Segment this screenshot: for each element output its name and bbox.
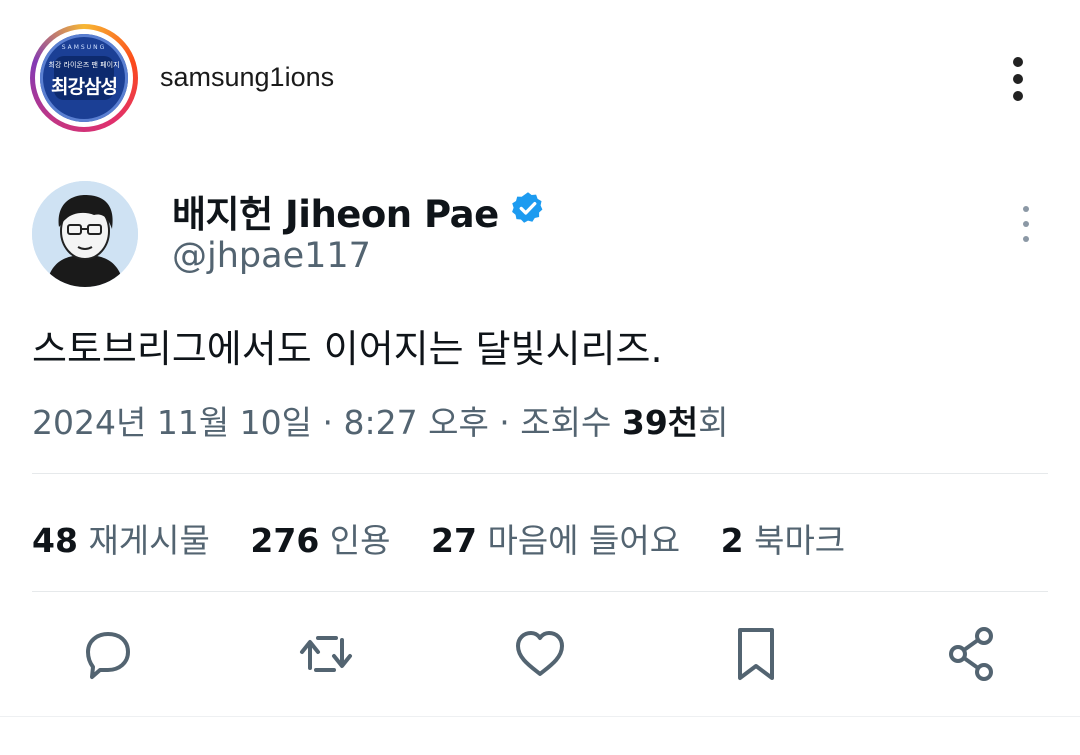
retweet-icon[interactable] xyxy=(298,622,354,686)
view-suffix: 회 xyxy=(698,403,729,442)
stat-count: 276 xyxy=(250,521,320,560)
tweet-timestamp[interactable]: 2024년 11월 10일 · 8:27 오후 · 조회수 xyxy=(32,403,622,442)
divider-bottom xyxy=(32,591,1048,592)
tweet-author-avatar[interactable] xyxy=(32,181,138,287)
stat-likes[interactable]: 27 마음에 들어요 xyxy=(431,521,680,560)
logo-line2: 최강삼성 xyxy=(51,76,118,98)
stat-reposts[interactable]: 48 재게시물 xyxy=(32,521,210,560)
post-header: SAMSUNG 최강 라이온즈 팬 페이지 최강삼성 samsung1ions xyxy=(0,0,1080,155)
stat-count: 27 xyxy=(431,521,477,560)
verified-badge-icon xyxy=(512,192,543,223)
tweet-text: 스토브리그에서도 이어지는 달빛시리즈. xyxy=(32,327,663,371)
username[interactable]: samsung1ions xyxy=(160,62,334,93)
stat-count: 48 xyxy=(32,521,78,560)
share-icon[interactable] xyxy=(944,622,1000,686)
stat-label: 북마크 xyxy=(754,521,846,560)
tweet-author-name[interactable]: 배지헌 Jiheon Pae xyxy=(172,184,499,238)
cartoon-face-icon xyxy=(32,181,138,287)
logo-top-text: SAMSUNG xyxy=(61,44,107,51)
bottom-divider xyxy=(0,716,1080,717)
reply-icon[interactable] xyxy=(80,622,136,686)
bookmark-icon[interactable] xyxy=(728,622,784,686)
stat-label: 마음에 들어요 xyxy=(487,521,681,560)
samsung-lions-fanpage-logo: SAMSUNG 최강 라이온즈 팬 페이지 최강삼성 xyxy=(40,34,128,122)
divider-top xyxy=(32,473,1048,474)
tweet-meta: 2024년 11월 10일 · 8:27 오후 · 조회수 39천회 xyxy=(32,396,729,444)
view-count[interactable]: 39천 xyxy=(622,403,698,442)
like-icon[interactable] xyxy=(512,622,568,686)
stat-count: 2 xyxy=(720,521,744,560)
logo-line1: 최강 라이온즈 팬 페이지 xyxy=(48,61,120,69)
tweet-actions xyxy=(0,622,1080,692)
stat-label: 재게시물 xyxy=(88,521,210,560)
stat-bookmarks[interactable]: 2 북마크 xyxy=(721,521,846,560)
stat-label: 인용 xyxy=(329,521,391,560)
more-options-icon[interactable] xyxy=(1004,55,1032,103)
profile-avatar[interactable]: SAMSUNG 최강 라이온즈 팬 페이지 최강삼성 xyxy=(30,24,138,132)
tweet-more-icon[interactable] xyxy=(1016,206,1036,242)
tweet-stats: 48 재게시물 276 인용 27 마음에 들어요 2 북마크 xyxy=(32,514,875,562)
stat-quotes[interactable]: 276 인용 xyxy=(250,521,390,560)
tweet-author-handle[interactable]: @jhpae117 xyxy=(172,236,371,276)
